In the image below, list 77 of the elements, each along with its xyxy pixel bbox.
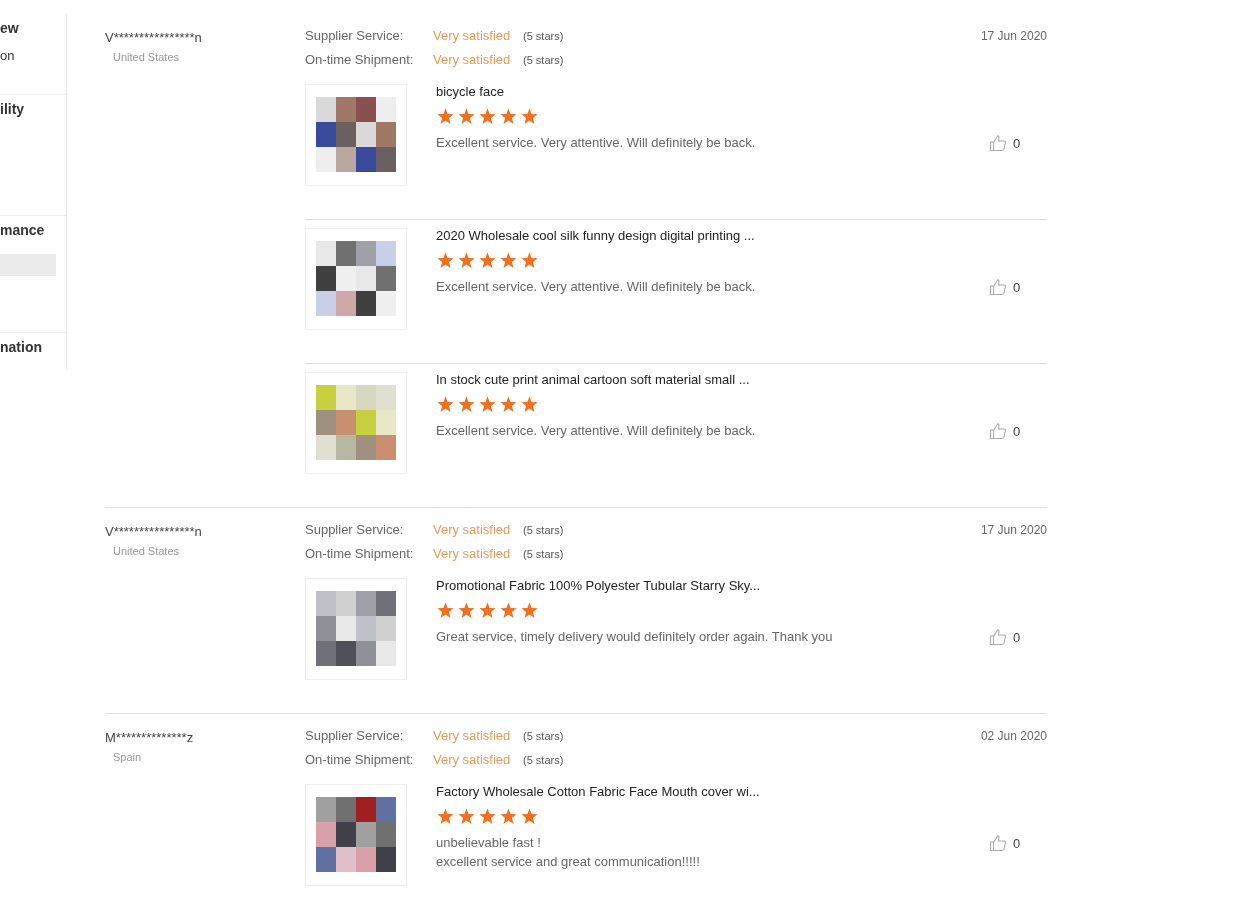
star-icon [436, 602, 455, 620]
star-icon [520, 808, 539, 826]
like-count: 0 [1013, 835, 1021, 851]
thumbs-up-icon[interactable] [989, 422, 1007, 440]
rating-value: Very satisfied [433, 752, 512, 767]
star-icon [436, 808, 455, 826]
review-date: 02 Jun 2020 [980, 729, 1047, 745]
product-title[interactable]: 2020 Wholesale cool silk funny design digital printing ... [436, 228, 755, 243]
star-icon [478, 808, 497, 826]
rating-stars-text: (5 stars) [523, 524, 564, 536]
buyer-country: Spain [113, 751, 142, 763]
review-comment: Excellent service. Very attentive. Will definitely be back. [436, 422, 756, 440]
rating-label: Supplier Service: [305, 728, 405, 743]
rating-stars-text: (5 stars) [523, 730, 564, 742]
review-date: 17 Jun 2020 [980, 29, 1047, 45]
star-icon [478, 396, 497, 414]
rating-stars-text: (5 stars) [523, 30, 564, 42]
star-icon [499, 396, 518, 414]
rating-value: Very satisfied [433, 28, 512, 43]
star-icon [457, 252, 476, 270]
like-count: 0 [1013, 629, 1021, 645]
star-icon [457, 808, 476, 826]
product-title[interactable]: bicycle face [436, 84, 504, 99]
rating-stars-text: (5 stars) [523, 54, 564, 66]
star-icon [478, 252, 497, 270]
rating-label: Supplier Service: [305, 522, 405, 537]
buyer-name: V****************n [105, 524, 202, 539]
star-icon [436, 108, 455, 126]
star-icon [520, 108, 539, 126]
sidebar-heading[interactable]: mance [0, 222, 66, 238]
sidebar-heading[interactable]: ew [0, 20, 66, 36]
product-title[interactable]: Factory Wholesale Cotton Fabric Face Mouth cover wi... [436, 784, 760, 799]
buyer-country: United States [113, 51, 180, 63]
rating-label: Supplier Service: [305, 28, 405, 43]
star-icon [478, 108, 497, 126]
buyer-name: M**************z [105, 730, 194, 745]
rating-stars-text: (5 stars) [523, 754, 564, 766]
like-count: 0 [1013, 135, 1021, 151]
review-comment: unbelievable fast ! excellent service and great communication!!!!! [436, 834, 700, 871]
review-date: 17 Jun 2020 [980, 523, 1047, 539]
star-icon [457, 602, 476, 620]
rating-label: On-time Shipment: [305, 546, 415, 561]
thumbs-up-icon[interactable] [989, 628, 1007, 646]
review-comment: Excellent service. Very attentive. Will definitely be back. [436, 134, 756, 152]
thumbs-up-icon[interactable] [989, 134, 1007, 152]
product-title[interactable]: In stock cute print animal cartoon soft material small ... [436, 372, 750, 387]
product-title[interactable]: Promotional Fabric 100% Polyester Tubular Starry Sky... [436, 578, 761, 593]
thumbs-up-icon[interactable] [989, 278, 1007, 296]
sidebar-item[interactable]: on [0, 48, 66, 63]
sidebar-heading[interactable]: ility [0, 101, 66, 117]
buyer-country: United States [113, 545, 180, 557]
buyer-name: V****************n [105, 30, 202, 45]
star-icon [457, 108, 476, 126]
rating-label: On-time Shipment: [305, 52, 415, 67]
like-count: 0 [1013, 279, 1021, 295]
star-icon [520, 602, 539, 620]
rating-value: Very satisfied [433, 728, 512, 743]
star-icon [520, 252, 539, 270]
star-icon [499, 602, 518, 620]
thumbs-up-icon[interactable] [989, 834, 1007, 852]
star-icon [436, 396, 455, 414]
rating-value: Very satisfied [433, 522, 512, 537]
star-icon [457, 396, 476, 414]
review-comment: Great service, timely delivery would definitely order again. Thank you [436, 628, 833, 646]
star-icon [520, 396, 539, 414]
review-comment: Excellent service. Very attentive. Will definitely be back. [436, 278, 756, 296]
rating-value: Very satisfied [433, 546, 512, 561]
sidebar-heading[interactable]: nation [0, 339, 66, 355]
star-icon [436, 252, 455, 270]
star-icon [499, 108, 518, 126]
star-icon [478, 602, 497, 620]
star-icon [499, 252, 518, 270]
like-count: 0 [1013, 423, 1021, 439]
rating-label: On-time Shipment: [305, 752, 415, 767]
rating-stars-text: (5 stars) [523, 548, 564, 560]
rating-value: Very satisfied [433, 52, 512, 67]
star-icon [499, 808, 518, 826]
